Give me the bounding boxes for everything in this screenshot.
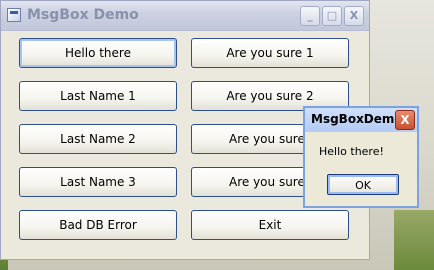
ok-button[interactable]: OK (327, 174, 399, 195)
close-button[interactable]: X (344, 6, 364, 26)
message-box-title-bar[interactable]: MsgBoxDemo X (305, 108, 417, 132)
are-you-sure-1-button[interactable]: Are you sure 1 (191, 38, 349, 68)
minimize-button[interactable]: _ (300, 6, 320, 26)
message-box-title: MsgBoxDemo (311, 112, 403, 126)
hello-there-button[interactable]: Hello there (19, 38, 177, 68)
desktop-background (394, 210, 434, 270)
last-name-3-button[interactable]: Last Name 3 (19, 167, 177, 197)
message-text: Hello there! (319, 145, 384, 158)
title-bar[interactable]: MsgBox Demo _ □ X (1, 1, 369, 31)
message-box-dialog: MsgBoxDemo X Hello there! OK (303, 106, 419, 208)
last-name-1-button[interactable]: Last Name 1 (19, 81, 177, 111)
last-name-2-button[interactable]: Last Name 2 (19, 124, 177, 154)
bad-db-error-button[interactable]: Bad DB Error (19, 210, 177, 240)
message-box-close-button[interactable]: X (395, 110, 415, 130)
maximize-button[interactable]: □ (322, 6, 342, 26)
app-icon[interactable] (7, 8, 21, 22)
window-title: MsgBox Demo (27, 7, 139, 23)
exit-button[interactable]: Exit (191, 210, 349, 240)
